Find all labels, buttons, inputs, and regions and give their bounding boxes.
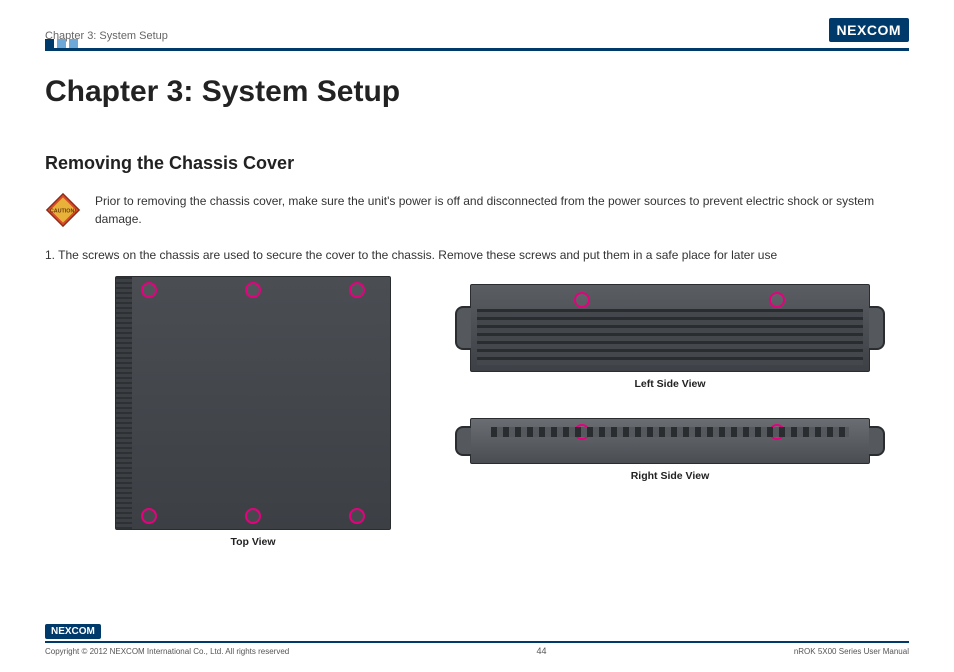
brand-logo-text: NEXCOM xyxy=(837,22,901,38)
header-rule xyxy=(45,48,909,51)
header-logo-wrap: NEXCOM xyxy=(829,18,909,42)
page-header: Chapter 3: System Setup NEXCOM xyxy=(45,0,909,42)
screw-marker-icon xyxy=(574,424,590,440)
mount-bracket-icon xyxy=(869,306,885,350)
mount-bracket-icon xyxy=(455,426,471,456)
footer-left: NEXCOM xyxy=(45,624,909,641)
chassis-top-image xyxy=(115,276,391,530)
top-view-caption: Top View xyxy=(230,536,275,548)
brand-logo: NEXCOM xyxy=(829,18,909,42)
screw-marker-icon xyxy=(349,508,365,524)
chapter-title: Chapter 3: System Setup xyxy=(45,75,909,109)
top-view-col: Top View xyxy=(115,276,391,548)
copyright-text: Copyright © 2012 NEXCOM International Co… xyxy=(45,647,289,656)
side-views-col: Left Side View Right Side View xyxy=(431,276,909,482)
right-side-group: Right Side View xyxy=(470,418,870,482)
page-number: 44 xyxy=(537,646,547,656)
section-title: Removing the Chassis Cover xyxy=(45,153,909,174)
screw-marker-icon xyxy=(245,282,261,298)
footer-brand-logo: NEXCOM xyxy=(45,624,101,639)
page-footer: NEXCOM Copyright © 2012 NEXCOM Internati… xyxy=(45,624,909,656)
decorative-squares xyxy=(45,39,78,48)
footer-row: Copyright © 2012 NEXCOM International Co… xyxy=(45,646,909,656)
mount-bracket-icon xyxy=(455,306,471,350)
chassis-left-image xyxy=(470,284,870,372)
caution-text: Prior to removing the chassis cover, mak… xyxy=(95,192,909,228)
caution-block: CAUTION! Prior to removing the chassis c… xyxy=(45,192,909,228)
screw-marker-icon xyxy=(769,292,785,308)
mount-bracket-icon xyxy=(869,426,885,456)
screw-marker-icon xyxy=(349,282,365,298)
chassis-right-image xyxy=(470,418,870,464)
footer-logo-text: NEXCOM xyxy=(51,626,95,637)
square-icon xyxy=(45,39,54,48)
screw-marker-icon xyxy=(141,508,157,524)
svg-text:CAUTION!: CAUTION! xyxy=(50,209,76,215)
screw-marker-icon xyxy=(141,282,157,298)
caution-icon: CAUTION! xyxy=(45,192,81,228)
screw-marker-icon xyxy=(245,508,261,524)
footer-rule xyxy=(45,641,909,643)
right-view-caption: Right Side View xyxy=(470,470,870,482)
square-icon xyxy=(69,39,78,48)
doc-name: nROK 5X00 Series User Manual xyxy=(794,647,909,656)
left-view-caption: Left Side View xyxy=(470,378,870,390)
step-1: 1. The screws on the chassis are used to… xyxy=(45,248,909,262)
square-icon xyxy=(57,39,66,48)
views-area: Top View Left Side View Right Side View xyxy=(45,276,909,548)
left-side-group: Left Side View xyxy=(470,284,870,390)
screw-marker-icon xyxy=(769,424,785,440)
screw-marker-icon xyxy=(574,292,590,308)
